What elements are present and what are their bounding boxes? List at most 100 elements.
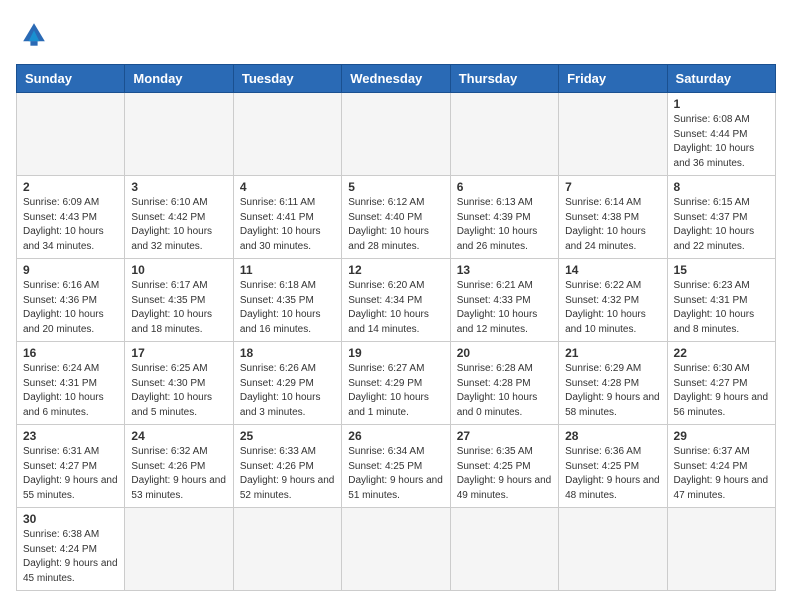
day-info: Sunrise: 6:14 AM Sunset: 4:38 PM Dayligh… [565,196,660,254]
day-number: 7 [565,180,660,194]
day-number: 6 [457,180,552,194]
calendar-cell: 6 Sunrise: 6:13 AM Sunset: 4:39 PM Daylig… [450,176,558,259]
day-info: Sunrise: 6:24 AM Sunset: 4:31 PM Dayligh… [23,362,118,420]
day-number: 4 [240,180,335,194]
calendar-cell: 8 Sunrise: 6:15 AM Sunset: 4:37 PM Daylig… [667,176,775,259]
day-number: 19 [348,346,443,360]
calendar-cell [450,508,558,591]
calendar-cell: 9Sunrise: 6:16 AM Sunset: 4:36 PM Daylig… [17,259,125,342]
calendar-cell [342,93,450,176]
day-info: Sunrise: 6:28 AM Sunset: 4:28 PM Dayligh… [457,362,552,420]
day-number: 27 [457,429,552,443]
day-info: Sunrise: 6:21 AM Sunset: 4:33 PM Dayligh… [457,279,552,337]
calendar-cell [125,93,233,176]
day-info: Sunrise: 6:17 AM Sunset: 4:35 PM Dayligh… [131,279,226,337]
day-info: Sunrise: 6:20 AM Sunset: 4:34 PM Dayligh… [348,279,443,337]
calendar-cell: 29 Sunrise: 6:37 AM Sunset: 4:24 PM Dayli… [667,425,775,508]
day-number: 5 [348,180,443,194]
day-info: Sunrise: 6:32 AM Sunset: 4:26 PM Dayligh… [131,445,226,503]
calendar-cell: 16 Sunrise: 6:24 AM Sunset: 4:31 PM Dayli… [17,342,125,425]
weekday-header-sunday: Sunday [17,65,125,93]
day-info: Sunrise: 6:37 AM Sunset: 4:24 PM Dayligh… [674,445,769,503]
day-info: Sunrise: 6:15 AM Sunset: 4:37 PM Dayligh… [674,196,769,254]
weekday-header-row: SundayMondayTuesdayWednesdayThursdayFrid… [17,65,776,93]
calendar-cell: 13 Sunrise: 6:21 AM Sunset: 4:33 PM Dayli… [450,259,558,342]
day-info: Sunrise: 6:11 AM Sunset: 4:41 PM Dayligh… [240,196,335,254]
day-number: 12 [348,263,443,277]
weekday-header-tuesday: Tuesday [233,65,341,93]
calendar-cell: 12 Sunrise: 6:20 AM Sunset: 4:34 PM Dayli… [342,259,450,342]
day-info: Sunrise: 6:23 AM Sunset: 4:31 PM Dayligh… [674,279,769,337]
calendar-cell [559,93,667,176]
week-row-4: 16 Sunrise: 6:24 AM Sunset: 4:31 PM Dayli… [17,342,776,425]
week-row-1: 1Sunrise: 6:08 AM Sunset: 4:44 PM Daylig… [17,93,776,176]
weekday-header-thursday: Thursday [450,65,558,93]
day-info: Sunrise: 6:22 AM Sunset: 4:32 PM Dayligh… [565,279,660,337]
calendar-cell: 25Sunrise: 6:33 AM Sunset: 4:26 PM Dayli… [233,425,341,508]
day-info: Sunrise: 6:34 AM Sunset: 4:25 PM Dayligh… [348,445,443,503]
day-number: 25 [240,429,335,443]
day-number: 17 [131,346,226,360]
week-row-3: 9Sunrise: 6:16 AM Sunset: 4:36 PM Daylig… [17,259,776,342]
calendar-cell: 17 Sunrise: 6:25 AM Sunset: 4:30 PM Dayli… [125,342,233,425]
calendar-cell: 1Sunrise: 6:08 AM Sunset: 4:44 PM Daylig… [667,93,775,176]
day-info: Sunrise: 6:09 AM Sunset: 4:43 PM Dayligh… [23,196,118,254]
calendar-cell: 7 Sunrise: 6:14 AM Sunset: 4:38 PM Daylig… [559,176,667,259]
day-number: 11 [240,263,335,277]
day-number: 30 [23,512,118,526]
calendar-cell: 22Sunrise: 6:30 AM Sunset: 4:27 PM Dayli… [667,342,775,425]
day-number: 3 [131,180,226,194]
calendar-cell: 15 Sunrise: 6:23 AM Sunset: 4:31 PM Dayli… [667,259,775,342]
calendar-cell: 27 Sunrise: 6:35 AM Sunset: 4:25 PM Dayli… [450,425,558,508]
calendar-cell: 18 Sunrise: 6:26 AM Sunset: 4:29 PM Dayli… [233,342,341,425]
calendar-cell: 24 Sunrise: 6:32 AM Sunset: 4:26 PM Dayli… [125,425,233,508]
calendar-cell: 5 Sunrise: 6:12 AM Sunset: 4:40 PM Daylig… [342,176,450,259]
page-header [16,16,776,52]
day-number: 20 [457,346,552,360]
week-row-6: 30Sunrise: 6:38 AM Sunset: 4:24 PM Dayli… [17,508,776,591]
calendar-cell [125,508,233,591]
calendar-cell: 14Sunrise: 6:22 AM Sunset: 4:32 PM Dayli… [559,259,667,342]
day-info: Sunrise: 6:36 AM Sunset: 4:25 PM Dayligh… [565,445,660,503]
calendar-cell [342,508,450,591]
logo [16,16,56,52]
generalblue-icon [16,16,52,52]
weekday-header-wednesday: Wednesday [342,65,450,93]
weekday-header-saturday: Saturday [667,65,775,93]
weekday-header-friday: Friday [559,65,667,93]
calendar-cell [233,93,341,176]
calendar-cell [17,93,125,176]
calendar-cell: 10 Sunrise: 6:17 AM Sunset: 4:35 PM Dayli… [125,259,233,342]
day-info: Sunrise: 6:18 AM Sunset: 4:35 PM Dayligh… [240,279,335,337]
calendar-cell [450,93,558,176]
day-info: Sunrise: 6:27 AM Sunset: 4:29 PM Dayligh… [348,362,443,420]
day-info: Sunrise: 6:16 AM Sunset: 4:36 PM Dayligh… [23,279,118,337]
day-number: 26 [348,429,443,443]
day-info: Sunrise: 6:12 AM Sunset: 4:40 PM Dayligh… [348,196,443,254]
calendar-cell: 21Sunrise: 6:29 AM Sunset: 4:28 PM Dayli… [559,342,667,425]
day-info: Sunrise: 6:13 AM Sunset: 4:39 PM Dayligh… [457,196,552,254]
day-number: 24 [131,429,226,443]
day-number: 10 [131,263,226,277]
calendar-cell: 3Sunrise: 6:10 AM Sunset: 4:42 PM Daylig… [125,176,233,259]
day-info: Sunrise: 6:31 AM Sunset: 4:27 PM Dayligh… [23,445,118,503]
day-number: 15 [674,263,769,277]
calendar-cell [559,508,667,591]
day-number: 13 [457,263,552,277]
day-number: 18 [240,346,335,360]
calendar-cell [233,508,341,591]
day-number: 29 [674,429,769,443]
calendar-cell: 26 Sunrise: 6:34 AM Sunset: 4:25 PM Dayli… [342,425,450,508]
day-info: Sunrise: 6:25 AM Sunset: 4:30 PM Dayligh… [131,362,226,420]
day-number: 2 [23,180,118,194]
day-number: 8 [674,180,769,194]
day-number: 16 [23,346,118,360]
calendar-cell [667,508,775,591]
day-info: Sunrise: 6:35 AM Sunset: 4:25 PM Dayligh… [457,445,552,503]
calendar-cell: 23Sunrise: 6:31 AM Sunset: 4:27 PM Dayli… [17,425,125,508]
day-number: 21 [565,346,660,360]
day-info: Sunrise: 6:26 AM Sunset: 4:29 PM Dayligh… [240,362,335,420]
day-info: Sunrise: 6:08 AM Sunset: 4:44 PM Dayligh… [674,113,769,171]
calendar-cell: 28Sunrise: 6:36 AM Sunset: 4:25 PM Dayli… [559,425,667,508]
calendar-cell: 20 Sunrise: 6:28 AM Sunset: 4:28 PM Dayli… [450,342,558,425]
